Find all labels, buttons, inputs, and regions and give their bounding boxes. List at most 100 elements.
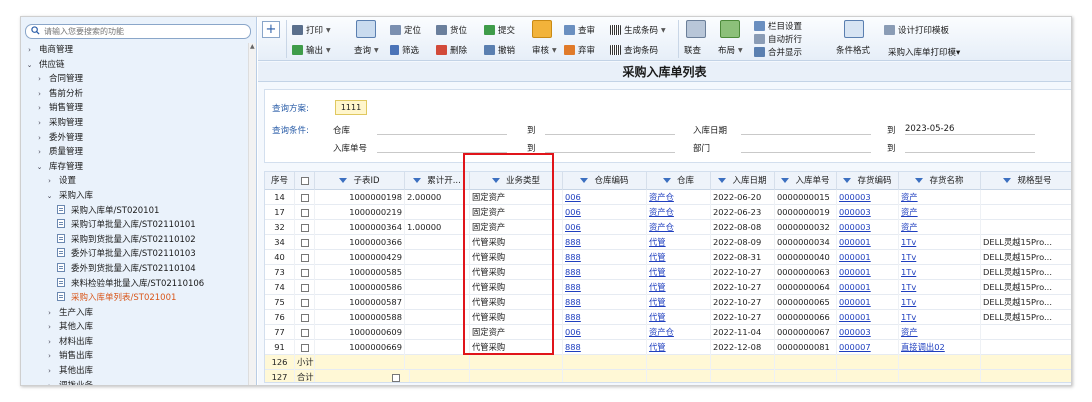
dept-to-field[interactable] <box>905 152 1035 153</box>
row-checkbox[interactable] <box>300 223 309 232</box>
linked-query-button[interactable]: 联查 <box>684 44 701 56</box>
row-checkbox[interactable] <box>300 283 309 292</box>
cell-link[interactable]: 000001 <box>839 282 871 292</box>
sidebar-item[interactable]: 采购入库单列表/ST021001 <box>21 291 251 306</box>
table-cell[interactable]: 888 <box>563 310 647 325</box>
cell-link[interactable]: 000001 <box>839 252 871 262</box>
table-cell[interactable]: 006 <box>563 325 647 340</box>
audit-button[interactable]: 审核 ▼ <box>532 44 557 56</box>
column-header[interactable]: 序号 <box>265 172 295 190</box>
column-header[interactable]: 入库单号 <box>775 172 837 190</box>
sidebar-item[interactable]: › 合同管理 <box>21 72 251 87</box>
table-cell[interactable] <box>295 295 315 310</box>
cell-link[interactable]: 1Tv <box>901 267 916 277</box>
table-row[interactable]: 14 1000000198 2.00000 固定资产 006 资产仓 2022-06-20 0… <box>265 190 1071 205</box>
cell-link[interactable]: 000003 <box>839 207 871 217</box>
table-cell[interactable]: 006 <box>563 220 647 235</box>
filter-icon[interactable] <box>1003 178 1012 183</box>
delete-button[interactable]: 删除 <box>436 44 467 56</box>
cell-link[interactable]: 888 <box>565 267 581 277</box>
query-scheme-button[interactable]: 1111 <box>335 100 367 115</box>
filter-icon[interactable] <box>843 178 852 183</box>
cell-link[interactable]: 资产 <box>901 192 918 202</box>
cell-link[interactable]: 006 <box>565 222 581 232</box>
table-cell[interactable]: 1Tv <box>899 295 981 310</box>
print-button[interactable]: 打印 ▼ <box>292 24 331 36</box>
row-checkbox[interactable] <box>300 268 309 277</box>
sidebar-item[interactable]: › 销售管理 <box>21 101 251 116</box>
column-header[interactable] <box>295 172 315 190</box>
cell-link[interactable]: 000007 <box>839 342 871 352</box>
sidebar-item[interactable]: › 生产入库 <box>21 306 251 321</box>
sidebar-item[interactable]: › 电商管理 <box>21 43 251 58</box>
sidebar-item[interactable]: › 设置 <box>21 174 251 189</box>
filter-icon[interactable] <box>781 178 790 183</box>
cell-link[interactable]: 代管 <box>649 342 666 352</box>
row-checkbox[interactable] <box>300 298 309 307</box>
cell-link[interactable]: 006 <box>565 207 581 217</box>
table-cell[interactable]: 代管 <box>647 250 711 265</box>
chevron-right-icon[interactable]: › <box>45 306 54 321</box>
cell-link[interactable]: 代管 <box>649 312 666 322</box>
sidebar-item[interactable]: › 调拨业务 <box>21 379 251 385</box>
goods-position-button[interactable]: 货位 <box>436 24 467 36</box>
table-cell[interactable]: 000001 <box>837 265 899 280</box>
cell-link[interactable]: 资产仓 <box>649 222 674 232</box>
cell-link[interactable]: 006 <box>565 192 581 202</box>
table-row[interactable]: 75 1000000587 代管采购 888 代管 2022-10-27 000000006… <box>265 295 1071 310</box>
table-cell[interactable] <box>295 235 315 250</box>
sidebar-scrollbar[interactable]: ▲ <box>248 43 256 385</box>
cell-link[interactable]: 000003 <box>839 192 871 202</box>
chevron-right-icon[interactable]: › <box>35 101 44 116</box>
in-date-to-field[interactable] <box>905 134 1035 135</box>
table-cell[interactable]: 代管 <box>647 310 711 325</box>
table-cell[interactable] <box>295 325 315 340</box>
merge-display-button[interactable]: 合并显示 <box>754 46 802 58</box>
table-cell[interactable] <box>295 280 315 295</box>
cell-link[interactable]: 代管 <box>649 237 666 247</box>
cell-link[interactable]: 代管 <box>649 297 666 307</box>
cell-link[interactable]: 直接调出02 <box>901 342 945 352</box>
sidebar-item[interactable]: › 售前分析 <box>21 87 251 102</box>
chevron-right-icon[interactable]: › <box>35 116 44 131</box>
search-box[interactable] <box>25 24 251 39</box>
sidebar-item[interactable]: › 质量管理 <box>21 145 251 160</box>
sidebar-item[interactable]: › 采购管理 <box>21 116 251 131</box>
auto-wrap-button[interactable]: 自动折行 <box>754 33 802 45</box>
chevron-right-icon[interactable]: › <box>45 349 54 364</box>
table-cell[interactable]: 1Tv <box>899 235 981 250</box>
column-header[interactable]: 仓库编码 <box>563 172 647 190</box>
warehouse-from-field[interactable] <box>377 134 507 135</box>
cell-link[interactable]: 000001 <box>839 297 871 307</box>
filter-icon[interactable] <box>580 178 589 183</box>
table-row[interactable]: 74 1000000586 代管采购 888 代管 2022-10-27 000000006… <box>265 280 1071 295</box>
column-header[interactable]: 入库日期 <box>711 172 775 190</box>
cell-link[interactable]: 资产仓 <box>649 327 674 337</box>
column-header[interactable]: 子表ID <box>315 172 405 190</box>
filter-icon[interactable] <box>915 178 924 183</box>
row-checkbox[interactable] <box>300 328 309 337</box>
row-checkbox[interactable] <box>300 238 309 247</box>
table-cell[interactable]: 006 <box>563 205 647 220</box>
cell-link[interactable]: 代管 <box>649 282 666 292</box>
row-checkbox[interactable] <box>300 253 309 262</box>
table-cell[interactable]: 代管 <box>647 265 711 280</box>
filter-icon[interactable] <box>413 178 422 183</box>
row-checkbox[interactable] <box>300 193 309 202</box>
table-cell[interactable]: 资产 <box>899 220 981 235</box>
table-cell[interactable] <box>295 190 315 205</box>
select-all-checkbox[interactable] <box>300 176 309 185</box>
filter-icon[interactable] <box>662 178 671 183</box>
column-header[interactable]: 存货名称 <box>899 172 981 190</box>
cell-link[interactable]: 代管 <box>649 267 666 277</box>
table-cell[interactable]: 资产仓 <box>647 325 711 340</box>
table-cell[interactable]: 1Tv <box>899 280 981 295</box>
in-no-from-field[interactable] <box>377 152 507 153</box>
chevron-right-icon[interactable]: › <box>25 43 34 58</box>
abandon-button[interactable]: 弃审 <box>564 44 595 56</box>
table-cell[interactable]: 006 <box>563 190 647 205</box>
chevron-right-icon[interactable]: › <box>35 87 44 102</box>
layout-button[interactable]: 布局 ▼ <box>718 44 743 56</box>
cell-link[interactable]: 000003 <box>839 222 871 232</box>
cell-link[interactable]: 006 <box>565 327 581 337</box>
